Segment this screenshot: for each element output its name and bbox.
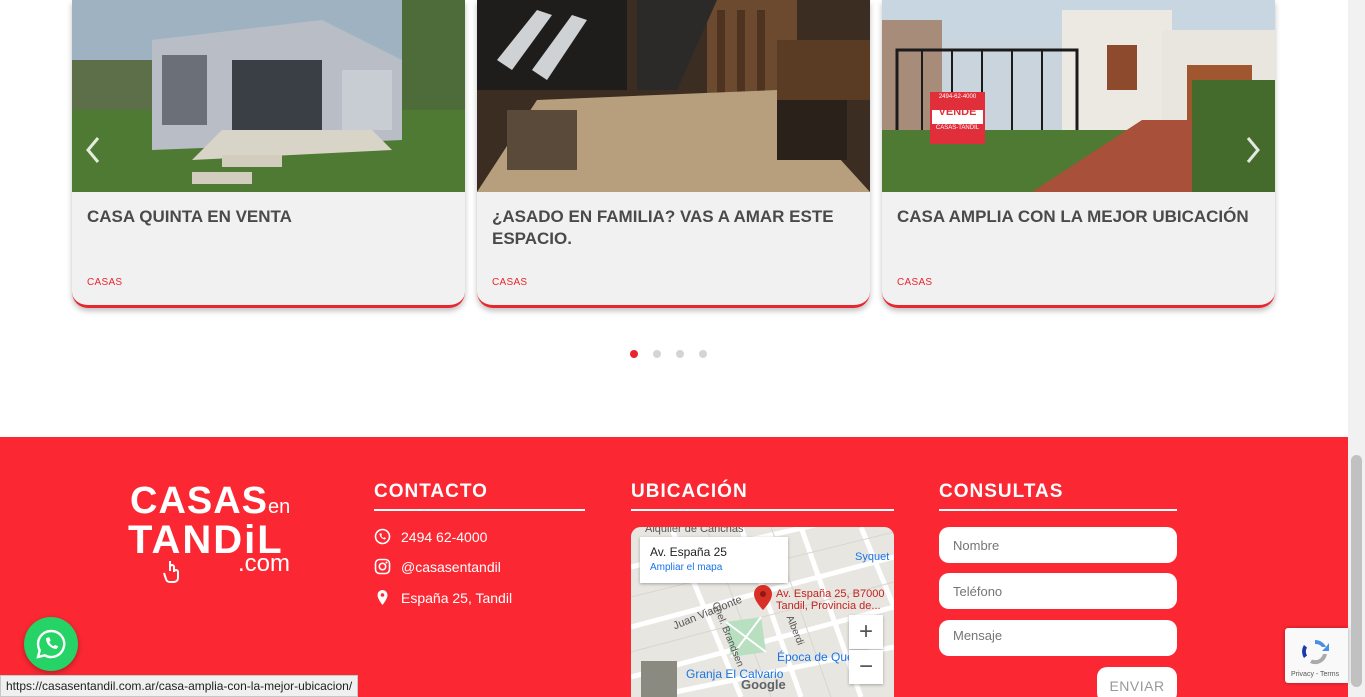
google-logo: Google (741, 677, 786, 692)
hand-pointer-icon (163, 561, 179, 583)
send-button[interactable]: ENVIAR (1097, 667, 1177, 697)
page: CASA QUINTA EN VENTA CASAS ¿ASADO EN FAM… (0, 0, 1365, 697)
map-zoom-out-button[interactable]: − (849, 650, 883, 684)
location-heading: UBICACIÓN (631, 481, 894, 511)
contact-instagram-text: @casasentandil (401, 558, 501, 575)
location-map[interactable]: Alquiler de Canchas Syquet Juan Viamonte… (631, 527, 894, 697)
contact-phone[interactable]: 2494 62-4000 (374, 528, 487, 545)
map-label: Syquet (855, 551, 890, 563)
carousel-prev-button[interactable] (82, 132, 104, 168)
phone-input[interactable] (939, 573, 1177, 609)
instagram-icon (374, 558, 391, 575)
property-photo[interactable] (72, 0, 465, 192)
consultas-heading: CONSULTAS (939, 481, 1177, 511)
map-zoom-in-button[interactable]: + (849, 615, 883, 649)
sign-word: VENDE (938, 106, 977, 118)
carousel-pagination (630, 350, 707, 358)
map-pin-icon (374, 589, 391, 606)
logo-line3: .com (238, 550, 291, 577)
contact-phone-text: 2494 62-4000 (401, 528, 488, 545)
map-pin-label: Av. España 25, B7000 Tandil, Provincia d… (776, 588, 885, 612)
whatsapp-icon (374, 528, 391, 545)
property-card[interactable]: ¿ASADO EN FAMILIA? VAS A AMAR ESTE ESPAC… (477, 0, 870, 308)
carousel-next-button[interactable] (1242, 132, 1264, 168)
property-title[interactable]: ¿ASADO EN FAMILIA? VAS A AMAR ESTE ESPAC… (492, 206, 852, 250)
recaptcha-badge[interactable]: Privacy - Terms (1285, 628, 1348, 683)
property-carousel: CASA QUINTA EN VENTA CASAS ¿ASADO EN FAM… (0, 0, 1348, 437)
map-label: Época de Que (777, 650, 854, 664)
sign-phone: 2494-62-4000 (938, 94, 977, 100)
map-label: Alquiler de Canchas (645, 527, 744, 535)
scrollbar-thumb[interactable] (1351, 455, 1362, 687)
recaptcha-terms[interactable]: Privacy - Terms (1291, 671, 1339, 678)
map-info-address: Av. España 25 (650, 545, 727, 559)
site-logo[interactable]: CASASen TANDiL .com (128, 481, 318, 583)
whatsapp-icon (36, 629, 66, 659)
carousel-dot[interactable] (653, 350, 661, 358)
property-title[interactable]: CASA QUINTA EN VENTA (87, 206, 447, 228)
whatsapp-chat-button[interactable] (24, 617, 78, 671)
property-title[interactable]: CASA AMPLIA CON LA MEJOR UBICACIÓN (897, 206, 1257, 228)
sign-brand: CASAS-TANDIL (935, 125, 980, 131)
carousel-dot[interactable] (676, 350, 684, 358)
contact-address[interactable]: España 25, Tandil (374, 589, 512, 606)
message-textarea[interactable] (939, 620, 1177, 656)
property-category[interactable]: CASAS (492, 277, 527, 288)
map-info-card: Av. España 25 Ampliar el mapa (640, 537, 788, 583)
property-card[interactable]: 2494-62-4000 VENDE CASAS-TANDIL CASA AMP… (882, 0, 1275, 308)
recaptcha-icon (1302, 639, 1329, 665)
carousel-dot[interactable] (630, 350, 638, 358)
contact-address-text: España 25, Tandil (401, 589, 513, 606)
name-input[interactable] (939, 527, 1177, 563)
map-enlarge-link[interactable]: Ampliar el mapa (650, 562, 778, 573)
chevron-right-icon (1246, 137, 1260, 163)
page-scrollbar[interactable] (1348, 0, 1365, 697)
property-card[interactable]: CASA QUINTA EN VENTA CASAS (72, 0, 465, 308)
carousel-dot[interactable] (699, 350, 707, 358)
property-photo[interactable]: 2494-62-4000 VENDE CASAS-TANDIL (882, 0, 1275, 192)
property-category[interactable]: CASAS (897, 277, 932, 288)
chevron-left-icon (86, 137, 100, 163)
status-bar-url: https://casasentandil.com.ar/casa-amplia… (0, 675, 359, 697)
for-sale-sign: 2494-62-4000 VENDE CASAS-TANDIL (930, 92, 985, 144)
contact-instagram[interactable]: @casasentandil (374, 558, 501, 575)
site-footer: CASASen TANDiL .com CONTACTO 2494 62-400… (0, 437, 1348, 697)
contact-heading: CONTACTO (374, 481, 585, 511)
property-category[interactable]: CASAS (87, 277, 122, 288)
property-photo[interactable] (477, 0, 870, 192)
